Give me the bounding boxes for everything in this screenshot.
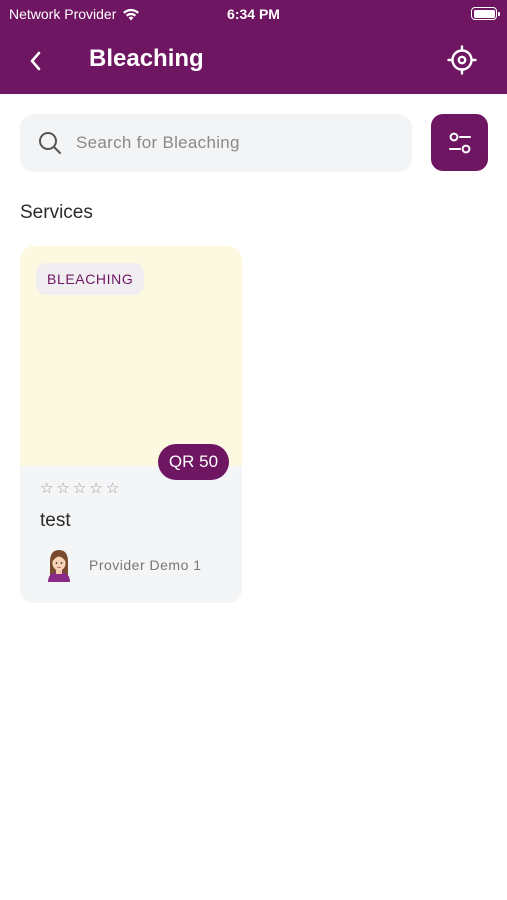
page-title: Bleaching [89,45,204,72]
chevron-left-icon [30,51,41,71]
status-bar: Network Provider 6:34 PM [0,0,507,28]
service-card[interactable]: BLEACHING QR 50 ☆ ☆ ☆ ☆ ☆ test Provider … [20,246,242,603]
section-title: Services [20,202,93,223]
category-badge: BLEACHING [36,263,145,295]
star-icon: ☆ [72,480,87,497]
app-header: Network Provider 6:34 PM Bleaching [0,0,507,94]
star-rating: ☆ ☆ ☆ ☆ ☆ [40,479,119,497]
search-icon [39,132,61,154]
locate-crosshair-icon [447,45,477,75]
provider-avatar [48,550,70,582]
price-badge: QR 50 [158,444,229,480]
star-icon: ☆ [40,480,54,497]
provider-name: Provider Demo 1 [89,557,202,573]
service-name: test [40,510,71,531]
search-bar[interactable] [20,114,412,172]
search-input[interactable] [76,133,376,153]
status-time: 6:34 PM [227,6,280,22]
battery-icon [471,7,500,20]
filter-button[interactable] [431,114,488,171]
sliders-icon [448,132,471,153]
star-icon: ☆ [56,480,70,497]
locate-button[interactable] [445,43,479,77]
star-icon: ☆ [89,480,103,497]
star-icon: ☆ [105,480,120,497]
back-button[interactable] [18,44,52,78]
